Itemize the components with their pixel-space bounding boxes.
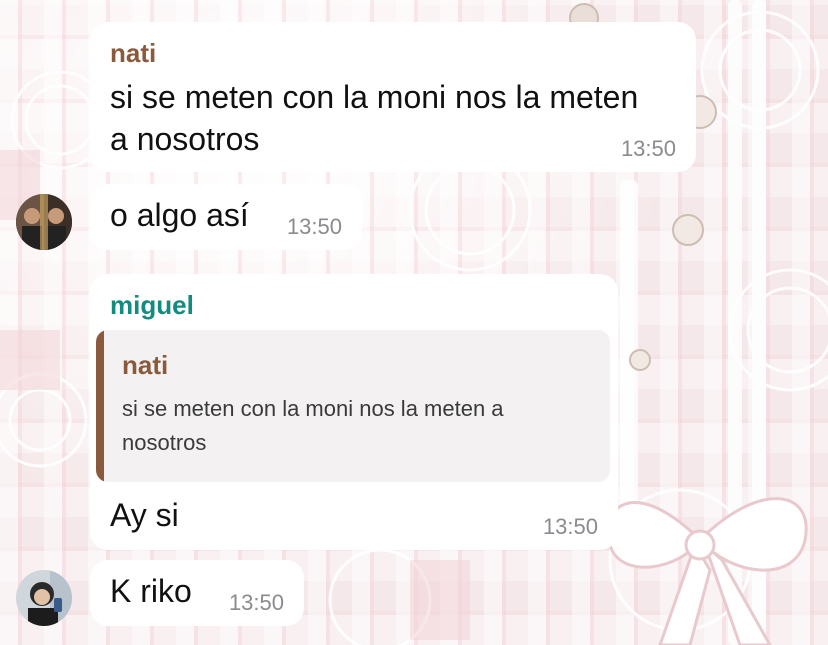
message-text: Ay si bbox=[110, 497, 179, 533]
message-text-line: si se meten con la moni nos la meten bbox=[110, 79, 639, 115]
message-timestamp: 13:50 bbox=[228, 590, 284, 615]
message-bubble[interactable]: o algo así 13:50 bbox=[90, 184, 362, 250]
quote-accent-bar bbox=[96, 330, 104, 482]
user-photo-avatar[interactable] bbox=[16, 194, 72, 250]
message-timestamp: 13:50 bbox=[620, 136, 676, 161]
quoted-sender-name: nati bbox=[122, 350, 169, 380]
quoted-text-line: nosotros bbox=[122, 430, 207, 455]
message-bubble-miguel[interactable]: miguel nati si se meten con la moni nos … bbox=[90, 274, 618, 550]
message-text: K riko bbox=[110, 573, 192, 609]
message-timestamp: 13:50 bbox=[286, 214, 342, 239]
sender-name-nati[interactable]: nati bbox=[110, 38, 156, 69]
avatar-photo-icon bbox=[16, 570, 72, 626]
sender-name-miguel[interactable]: miguel bbox=[110, 290, 194, 321]
message-bubble-nati[interactable]: nati si se meten con la moni nos la mete… bbox=[90, 22, 696, 172]
message-text: si se meten con la moni nos la meten a n… bbox=[110, 76, 638, 160]
quoted-text-line: si se meten con la moni nos la meten a bbox=[122, 396, 504, 421]
quoted-text: si se meten con la moni nos la meten a n… bbox=[122, 392, 504, 460]
avatar-photo-icon bbox=[16, 194, 72, 250]
message-timestamp: 13:50 bbox=[542, 514, 598, 539]
user-photo-avatar[interactable] bbox=[16, 570, 72, 626]
quoted-message[interactable]: nati si se meten con la moni nos la mete… bbox=[96, 330, 610, 482]
message-bubble[interactable]: K riko 13:50 bbox=[90, 560, 304, 626]
message-text: o algo así bbox=[110, 197, 249, 233]
message-text-line: a nosotros bbox=[110, 121, 260, 157]
